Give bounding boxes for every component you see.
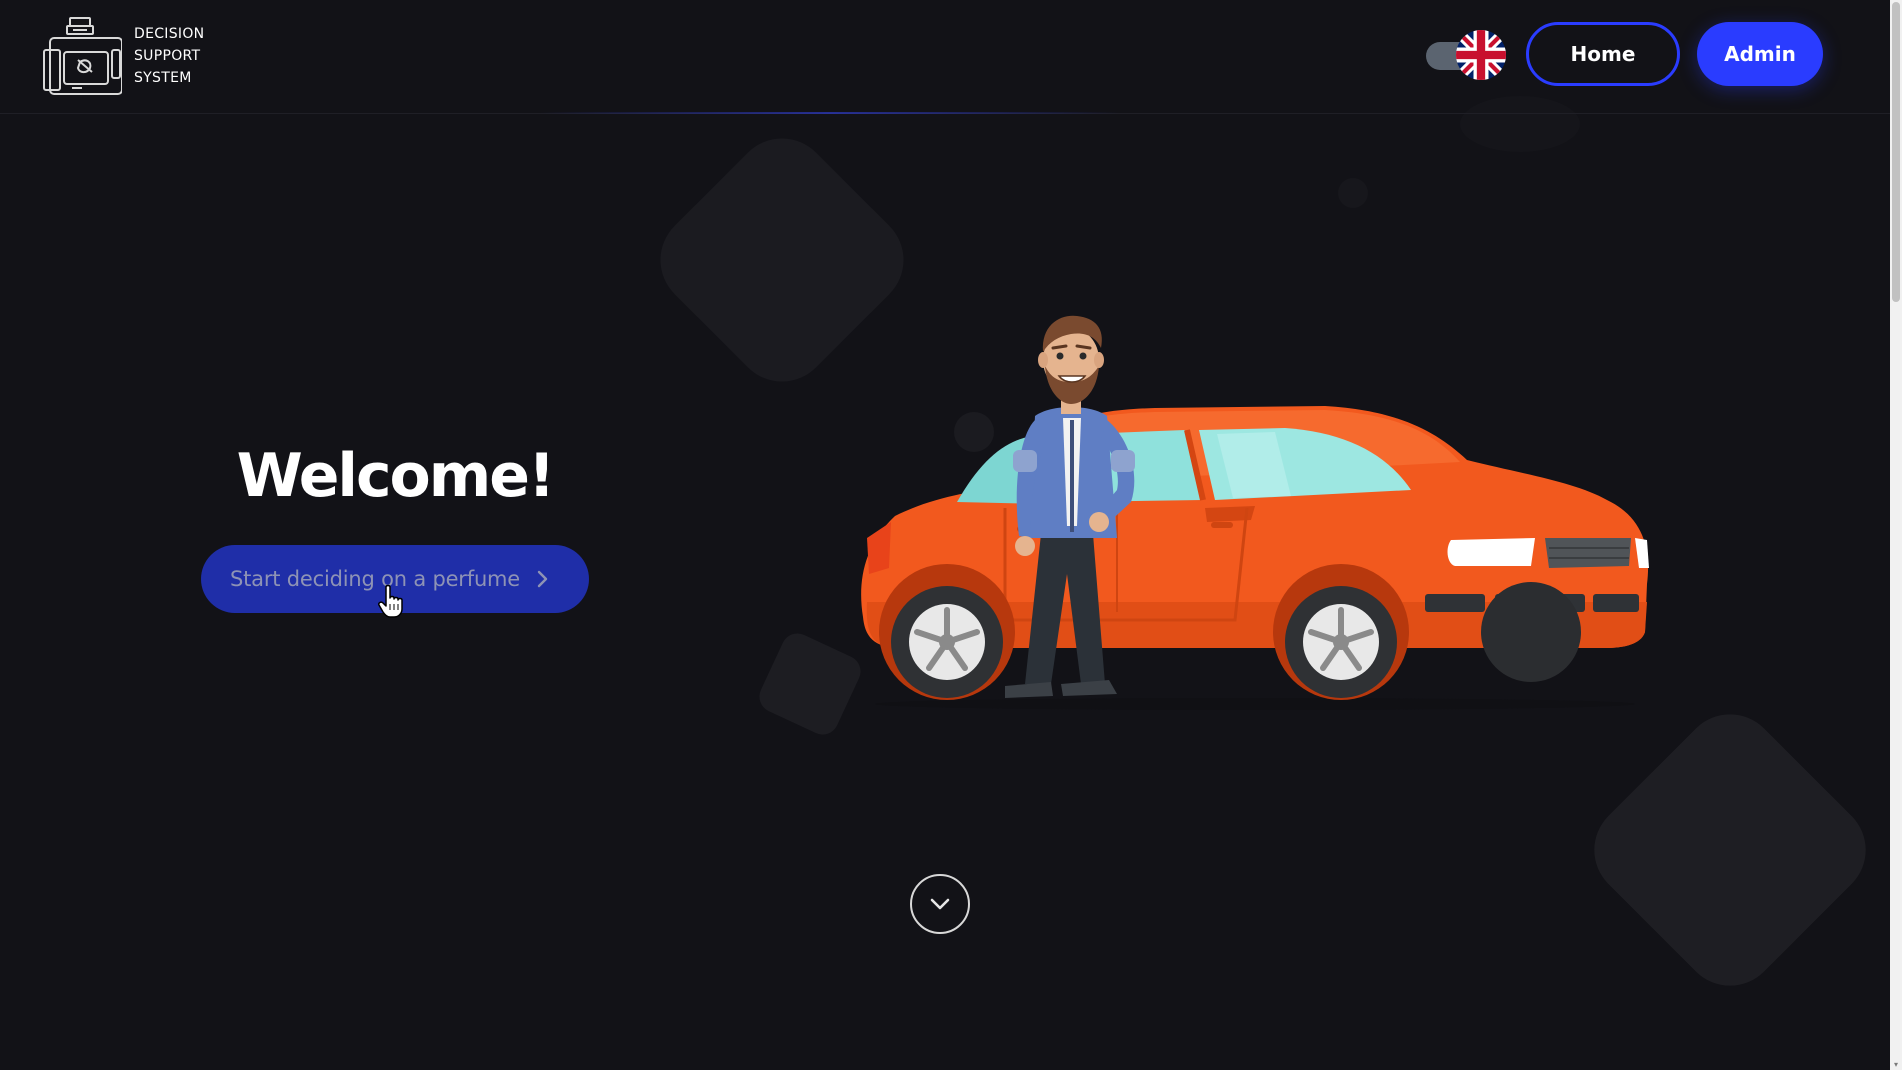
- landing-page: DECISION SUPPORT SYSTEM Home Admin Welco…: [0, 0, 1902, 1070]
- header-divider-glow: [540, 112, 1120, 114]
- background-dot-small: [1338, 178, 1368, 208]
- scroll-down-arrow-icon[interactable]: ▾: [1891, 1060, 1901, 1070]
- logo-line-system: SYSTEM: [134, 70, 192, 86]
- start-deciding-label: Start deciding on a perfume: [230, 567, 521, 591]
- top-navbar: DECISION SUPPORT SYSTEM Home Admin: [0, 0, 1890, 114]
- scrollbar-thumb[interactable]: [1892, 2, 1900, 302]
- man-with-car-illustration: [861, 315, 1649, 710]
- page-scrollbar[interactable]: ▾: [1890, 0, 1902, 1070]
- background-square-shape: [754, 628, 866, 740]
- hand-pointer-cursor: [378, 584, 403, 618]
- scroll-down-button[interactable]: [910, 874, 970, 934]
- home-button[interactable]: Home: [1526, 22, 1680, 86]
- admin-button[interactable]: Admin: [1697, 22, 1823, 86]
- logo-line-decision: DECISION: [134, 26, 205, 42]
- language-toggle[interactable]: [1424, 30, 1508, 80]
- background-diamond-shape-large: [1574, 694, 1886, 1006]
- logo-text: DECISION SUPPORT SYSTEM: [134, 23, 204, 89]
- chevron-right-icon: [537, 570, 548, 588]
- uk-flag-icon: [1456, 30, 1506, 80]
- chevron-down-icon: [930, 898, 950, 910]
- site-logo[interactable]: DECISION SUPPORT SYSTEM: [42, 16, 204, 96]
- logo-line-support: SUPPORT: [134, 48, 201, 64]
- perfume-bottle-icon: [43, 17, 122, 95]
- welcome-heading: Welcome!: [236, 441, 556, 511]
